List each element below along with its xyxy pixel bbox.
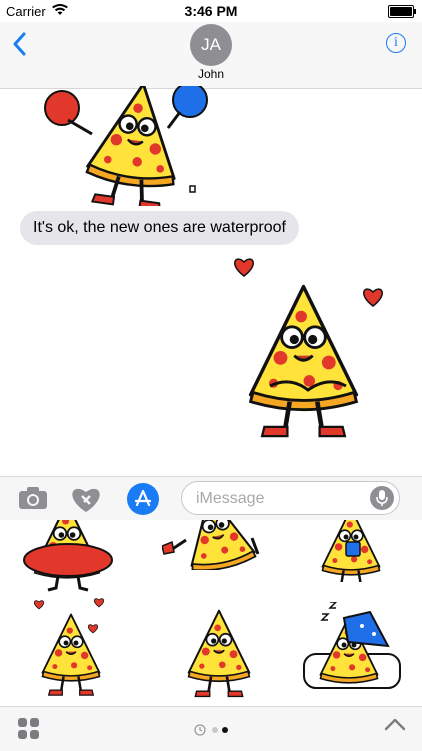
- page-dot[interactable]: [212, 727, 218, 733]
- page-indicator[interactable]: [194, 724, 234, 736]
- chevron-up-icon[interactable]: [384, 717, 406, 736]
- pizza-sleeping-sticker[interactable]: [300, 602, 406, 706]
- page-dot-active[interactable]: [222, 727, 228, 733]
- info-icon[interactable]: i: [386, 33, 406, 53]
- digital-touch-heart-icon[interactable]: [70, 484, 102, 519]
- imessage-input[interactable]: [194, 488, 368, 510]
- app-drawer-bar: [0, 706, 422, 751]
- pizza-cheerleader-sticker[interactable]: [40, 86, 210, 206]
- microphone-icon[interactable]: [370, 486, 394, 510]
- sticker-drawer: [0, 520, 422, 706]
- clock: 3:46 PM: [184, 3, 238, 19]
- contact-name[interactable]: John: [0, 67, 422, 81]
- pizza-hearts-sticker[interactable]: [30, 598, 120, 706]
- battery-icon: [388, 5, 416, 18]
- pizza-hugging-sticker[interactable]: [230, 258, 390, 448]
- camera-icon[interactable]: [18, 486, 48, 515]
- message-field[interactable]: [181, 481, 400, 515]
- app-store-icon[interactable]: [127, 483, 159, 515]
- pizza-running-sticker[interactable]: [162, 520, 272, 570]
- pizza-shy-sticker[interactable]: [180, 606, 260, 706]
- recents-clock-icon: [194, 724, 206, 736]
- pizza-coffee-sticker[interactable]: [316, 520, 396, 582]
- avatar[interactable]: JA: [190, 24, 232, 66]
- incoming-message-bubble[interactable]: It's ok, the new ones are waterproof: [20, 211, 299, 245]
- message-input-bar: [0, 476, 422, 521]
- conversation-header: JA John i: [0, 22, 422, 89]
- back-chevron-icon[interactable]: [12, 32, 26, 63]
- status-bar: Carrier 3:46 PM: [0, 0, 422, 22]
- app-drawer-grid-icon[interactable]: [18, 718, 40, 740]
- pizza-tube-sticker[interactable]: [18, 520, 118, 594]
